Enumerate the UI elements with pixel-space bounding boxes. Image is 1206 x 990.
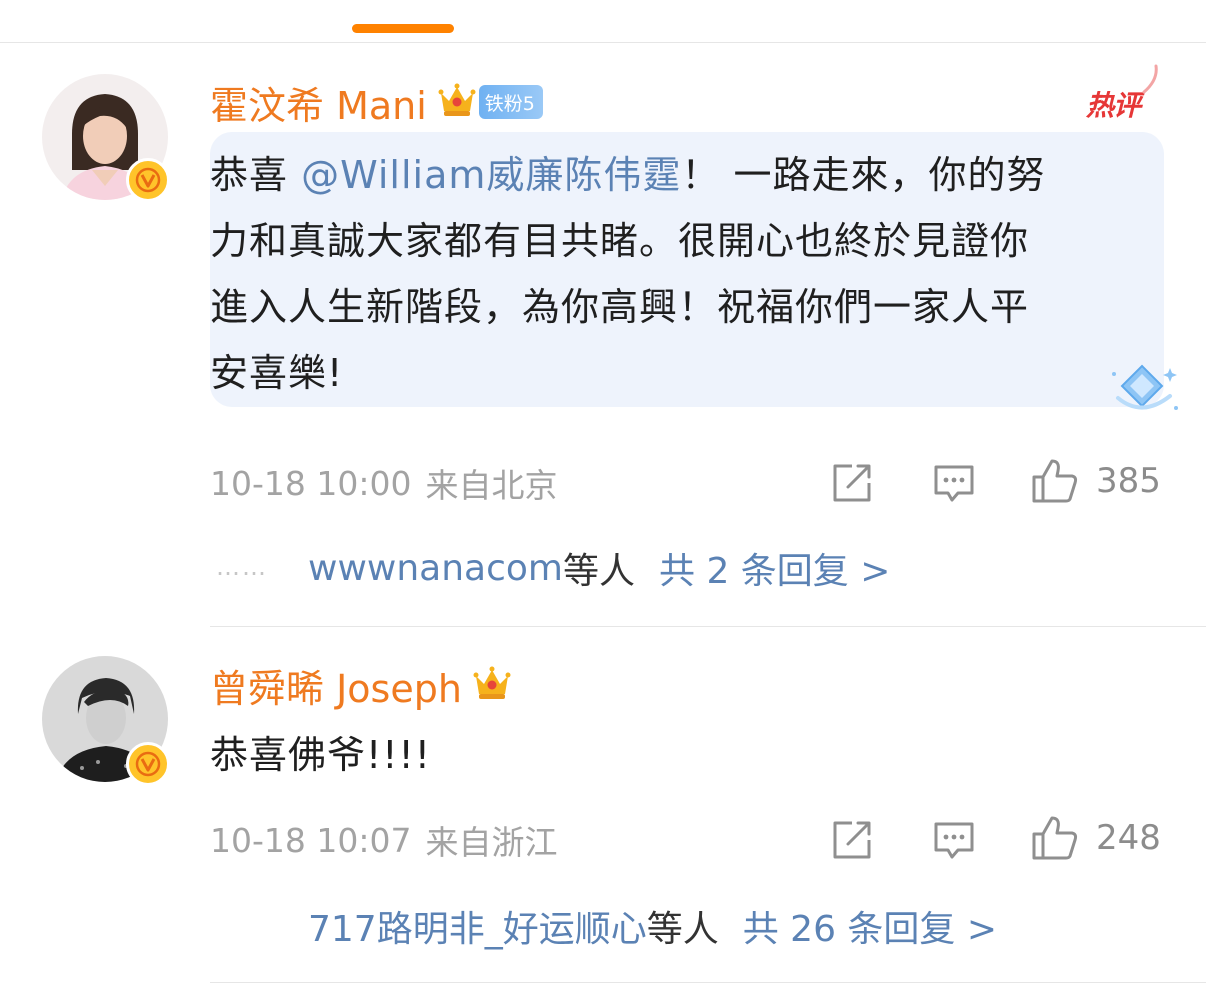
comment-text-line: 恭喜 @William威廉陈伟霆！ 一路走來，你的努 [210, 142, 1045, 208]
comment-meta: 10-18 10:07 来自浙江 [210, 815, 557, 865]
mention-link[interactable]: @William威廉陈伟霆 [301, 153, 681, 197]
comment-location: 来自北京 [425, 466, 558, 505]
view-replies-link[interactable]: 共 26 条回复 > [743, 900, 997, 952]
comment-text-line: 安喜樂! [210, 351, 344, 395]
reply-username[interactable]: 717路明非_好运顺心 [308, 900, 647, 952]
comment-meta: 10-18 10:00 来自北京 [210, 458, 557, 508]
active-tab-indicator [352, 24, 454, 33]
verified-v-icon [126, 158, 170, 202]
comment-text-line: 進入人生新階段，為你高興！祝福你們一家人平 [210, 285, 1030, 329]
reply-username[interactable]: wwwnanacom [308, 548, 563, 589]
comment-time: 10-18 10:00 [210, 463, 412, 503]
comment-location: 来自浙江 [425, 823, 558, 862]
reply-others-label: 等人 [562, 551, 635, 592]
comment-text-line: 恭喜佛爷!!!! [210, 733, 431, 777]
reply-dots: …… [216, 553, 268, 581]
reply-others-label: 等人 [646, 909, 719, 950]
fan-badge-label: 铁粉5 [484, 92, 535, 115]
comment-divider [210, 982, 1206, 983]
comment-icon [934, 822, 974, 859]
comment-username[interactable]: 霍汶希 Mani [210, 75, 427, 130]
repost-button[interactable] [830, 815, 874, 865]
replies-summary[interactable]: 717路明非_好运顺心 等人 共 26 条回复 > [308, 901, 997, 951]
comment-icon [934, 465, 974, 502]
thumbs-up-icon [1032, 459, 1078, 503]
comment-button[interactable] [932, 458, 976, 508]
comment-time: 10-18 10:07 [210, 820, 412, 860]
verified-v-icon [126, 742, 170, 786]
crown-icon [437, 81, 477, 123]
comment-text-line: 力和真誠大家都有目共睹。很開心也終於見證你 [210, 219, 1030, 263]
comment-text-prefix: 恭喜 [210, 153, 302, 197]
comment-divider [210, 626, 1206, 627]
repost-icon [833, 464, 871, 502]
top-divider [0, 42, 1206, 43]
like-count: 248 [1096, 818, 1161, 858]
hot-comment-tag: 热评 [1086, 89, 1141, 122]
comment-header: 霍汶希 Mani 铁粉5 [210, 75, 543, 130]
hot-tag-flame-icon [1142, 64, 1158, 94]
replies-summary[interactable]: wwwnanacom 等人 共 2 条回复 > [308, 543, 890, 593]
thumbs-up-icon [1032, 816, 1078, 860]
like-count: 385 [1096, 461, 1161, 501]
comment-button[interactable] [932, 815, 976, 865]
like-button[interactable]: 385 [1030, 456, 1161, 506]
view-replies-link[interactable]: 共 2 条回复 > [659, 542, 890, 594]
repost-button[interactable] [830, 458, 874, 508]
crown-icon [472, 664, 512, 706]
comment-header: 曾舜晞 Joseph [210, 658, 512, 713]
repost-icon [833, 821, 871, 859]
comment-text: 恭喜佛爷!!!! [210, 722, 431, 788]
comment-text-rest: ！ 一路走來，你的努 [681, 153, 1046, 197]
like-button[interactable]: 248 [1030, 813, 1161, 863]
comment-text: 恭喜 @William威廉陈伟霆！ 一路走來，你的努 力和真誠大家都有目共睹。很… [210, 142, 1045, 406]
diamond-decoration-icon [1112, 364, 1178, 410]
fan-level-badge: 铁粉5 [478, 85, 543, 119]
comment-username[interactable]: 曾舜晞 Joseph [210, 658, 462, 713]
